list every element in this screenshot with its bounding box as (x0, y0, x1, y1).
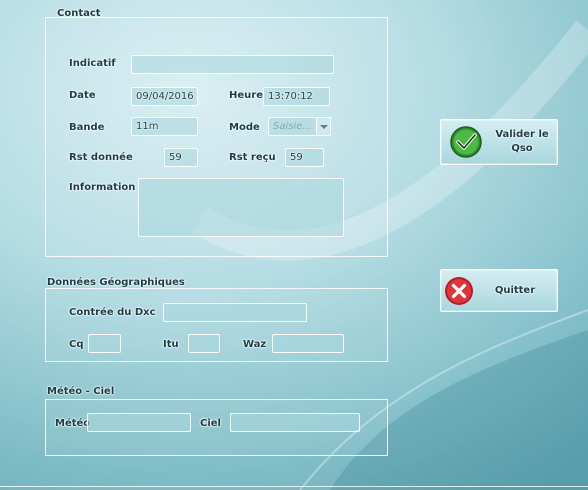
indicatif-label: Indicatif (69, 58, 116, 69)
quit-button[interactable]: Quitter (440, 269, 558, 312)
contact-legend: Contact (57, 8, 101, 19)
checkmark-icon (450, 126, 482, 158)
waz-label: Waz (243, 339, 267, 350)
waz-input[interactable] (272, 334, 344, 353)
heure-input[interactable]: 13:70:12 (263, 87, 330, 106)
date-input[interactable]: 09/04/2016 (131, 87, 198, 106)
rst-donne-input[interactable]: 59 (164, 148, 198, 167)
validate-qso-label: Valider le Qso (495, 129, 549, 154)
status-separator (0, 486, 588, 490)
ciel-label: Ciel (200, 418, 221, 429)
ciel-input[interactable] (230, 413, 360, 432)
bande-input[interactable]: 11m (131, 117, 198, 136)
close-icon (445, 277, 473, 305)
rst-donne-label: Rst donnée (69, 152, 133, 163)
rst-recu-input[interactable]: 59 (285, 148, 324, 167)
heure-label: Heure (229, 90, 263, 101)
information-textarea[interactable] (138, 178, 344, 237)
bande-label: Bande (69, 122, 105, 133)
rst-recu-label: Rst reçu (229, 152, 276, 163)
date-label: Date (69, 90, 96, 101)
itu-label: Itu (163, 339, 179, 350)
quit-label: Quitter (494, 285, 536, 296)
cq-label: Cq (69, 339, 84, 350)
meteo-legend: Météo - Ciel (47, 386, 115, 397)
geo-legend: Données Géographiques (47, 277, 185, 288)
mode-select-placeholder: Saisie... (273, 121, 312, 132)
meteo-label: Météo (55, 418, 91, 429)
information-label: Information (69, 182, 136, 193)
cq-input[interactable] (88, 334, 121, 353)
contree-label: Contrée du Dxc (69, 307, 156, 318)
mode-label: Mode (229, 122, 260, 133)
meteo-input[interactable] (87, 413, 191, 432)
contree-input[interactable] (163, 303, 307, 322)
chevron-down-icon[interactable] (316, 118, 330, 135)
indicatif-input[interactable] (131, 55, 334, 74)
validate-qso-button[interactable]: Valider le Qso (440, 119, 558, 165)
mode-select[interactable]: Saisie... (268, 117, 331, 136)
itu-input[interactable] (188, 334, 220, 353)
